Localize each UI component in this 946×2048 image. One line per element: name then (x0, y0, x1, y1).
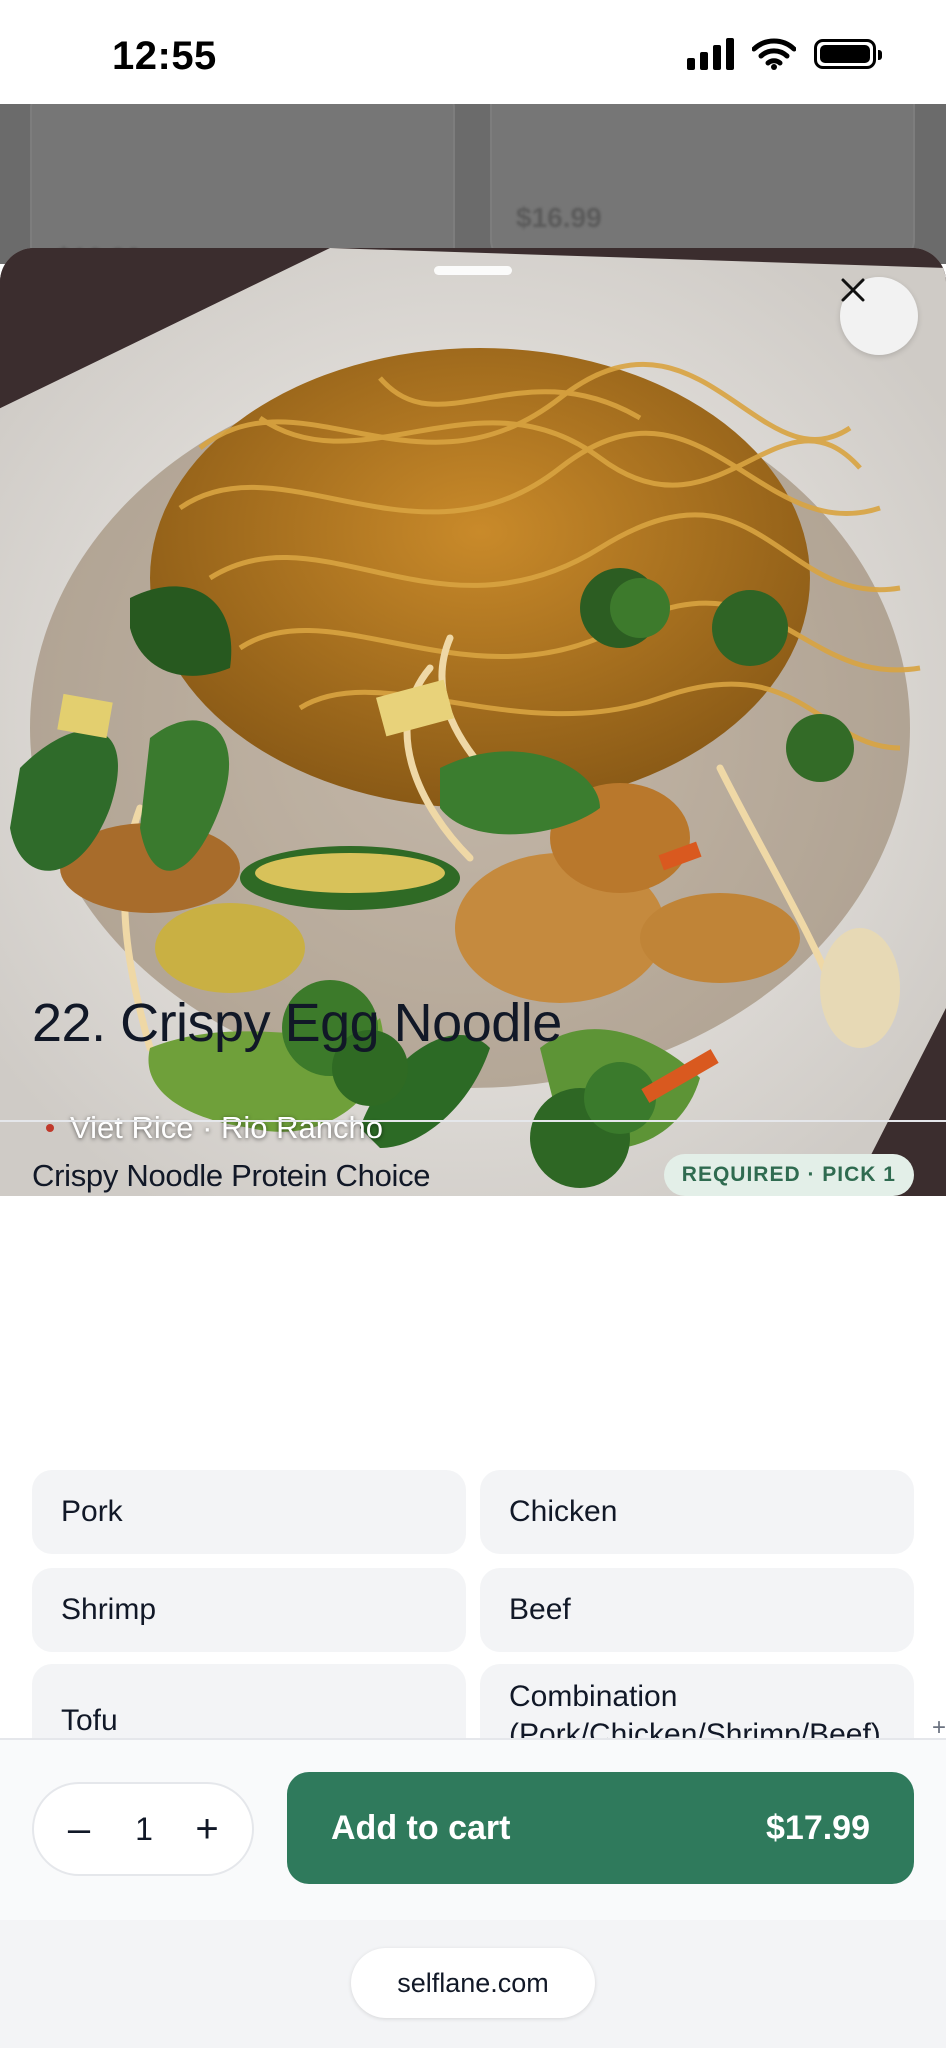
quantity-stepper: – 1 + (32, 1782, 254, 1876)
drag-handle[interactable] (434, 266, 512, 275)
url-bar[interactable]: selflane.com (351, 1948, 595, 2018)
divider (0, 1120, 946, 1122)
signal-icon (687, 38, 734, 70)
option-chicken[interactable]: Chicken (480, 1470, 914, 1554)
option-label: Combination (509, 1680, 678, 1713)
option-label: Chicken (509, 1495, 618, 1528)
option-list: Pork Chicken Shrimp Beef Tofu Combinatio… (0, 1218, 946, 1738)
background-menu-card: $16.99 (30, 104, 455, 264)
cart-action-bar: – 1 + Add to cart $17.99 (0, 1738, 946, 1922)
status-time: 12:55 (112, 34, 217, 78)
option-label: Shrimp (61, 1593, 157, 1626)
browser-footer: selflane.com (0, 1920, 946, 2048)
background-card-price: $16.99 (516, 202, 602, 233)
close-button[interactable] (840, 277, 918, 355)
decrease-quantity-button[interactable]: – (44, 1784, 114, 1874)
status-icons (687, 38, 882, 70)
required-badge: REQUIRED · PICK 1 (663, 1154, 914, 1196)
background-menu-card: $16.99 (490, 104, 915, 264)
add-to-cart-price: $17.99 (766, 1808, 870, 1847)
option-beef[interactable]: Beef (480, 1568, 914, 1652)
increase-quantity-button[interactable]: + (172, 1784, 242, 1874)
close-icon (841, 278, 865, 302)
option-label: Tofu (61, 1704, 118, 1737)
option-sublabel: (Pork/Chicken/Shrimp/Beef) (509, 1718, 881, 1738)
restaurant-caption-text: Viet Rice · Rio Rancho (70, 1110, 384, 1145)
backdrop[interactable]: $16.99 $16.99 (0, 104, 946, 264)
status-bar: 12:55 (0, 0, 946, 104)
option-shrimp[interactable]: Shrimp (32, 1568, 466, 1652)
option-pork[interactable]: Pork (32, 1470, 466, 1554)
add-to-cart-button[interactable]: Add to cart $17.99 (287, 1772, 914, 1884)
option-tofu[interactable]: Tofu (32, 1664, 466, 1738)
option-group-title: Crispy Noodle Protein Choice (32, 1158, 431, 1193)
quantity-value: 1 (135, 1810, 153, 1847)
restaurant-caption: Viet Rice · Rio Rancho (46, 1110, 383, 1146)
battery-icon (814, 39, 882, 69)
option-group-header: Crispy Noodle Protein Choice REQUIRED · … (32, 1152, 914, 1200)
option-label: Pork (61, 1495, 123, 1528)
wifi-icon (752, 38, 796, 70)
option-combination[interactable]: Combination (Pork/Chicken/Shrimp/Beef) (480, 1664, 914, 1738)
option-label: Beef (509, 1593, 571, 1626)
item-title: 22. Crispy Egg Noodle (32, 993, 562, 1053)
caption-dot (46, 1124, 54, 1132)
add-to-cart-label: Add to cart (331, 1808, 511, 1847)
